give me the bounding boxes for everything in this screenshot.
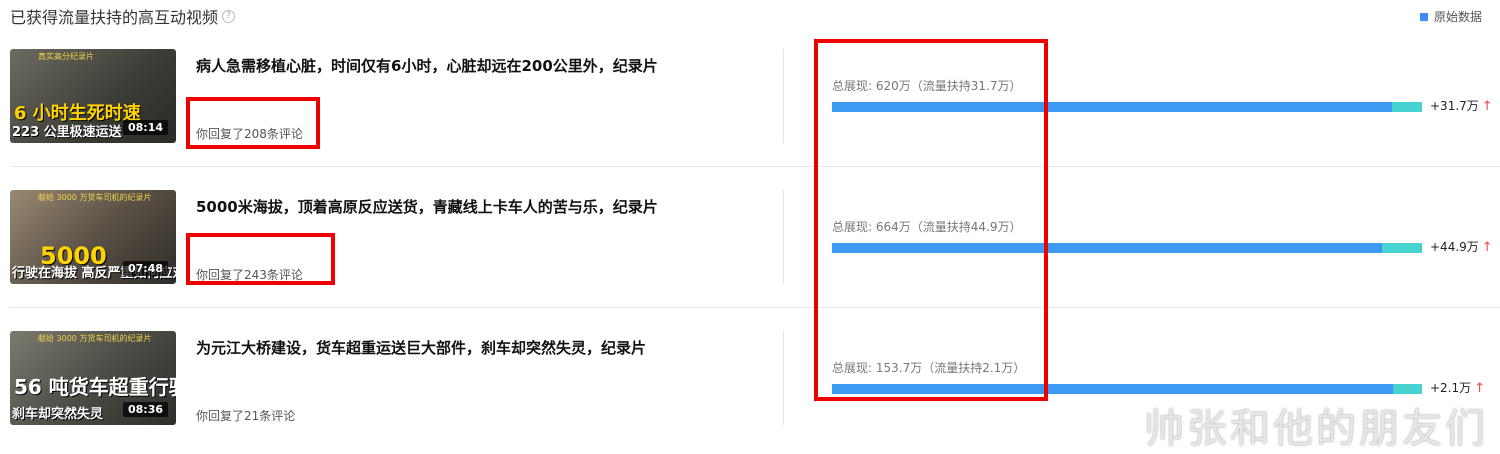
thumbnail-caption: 223 公里极速运送 xyxy=(12,125,122,140)
up-arrow-icon: ↑ xyxy=(1474,381,1486,396)
video-duration: 08:36 xyxy=(122,402,168,417)
thumbnail-caption: 刹车却突然失灵 xyxy=(12,407,104,422)
column-divider xyxy=(783,49,784,143)
reply-highlight-box xyxy=(186,97,320,149)
legend: 原始数据 xyxy=(1419,8,1482,25)
video-duration: 08:14 xyxy=(122,120,168,135)
exposure-highlight-box xyxy=(814,39,1048,401)
column-divider xyxy=(783,331,784,425)
video-title[interactable]: 病人急需移植心脏，时间仅有6小时，心脏却远在200公里外，纪录片 xyxy=(196,55,658,76)
up-arrow-icon: ↑ xyxy=(1481,240,1493,255)
video-duration: 07:48 xyxy=(122,261,168,276)
legend-label: 原始数据 xyxy=(1433,10,1482,24)
thumbnail-caption: 56 吨货车超重行驶 xyxy=(14,375,176,399)
video-title[interactable]: 5000米海拔，顶着高原反应送货，青藏线上卡车人的苦与乐，纪录片 xyxy=(196,196,658,217)
column-divider xyxy=(783,190,784,284)
thumbnail-topline: 真实高分纪录片 xyxy=(38,52,94,61)
help-icon[interactable]: ? xyxy=(222,9,236,23)
boost-delta-value: +2.1万 xyxy=(1430,381,1472,395)
section-header: 已获得流量扶持的高互动视频 ? xyxy=(10,4,236,28)
thumbnail-topline: 献给 3000 万货车司机的纪录片 xyxy=(38,193,152,202)
boost-delta: +44.9万 ↑ xyxy=(1430,238,1493,255)
section-title: 已获得流量扶持的高互动视频 xyxy=(10,8,219,27)
thumbnail-topline: 献给 3000 万货车司机的纪录片 xyxy=(38,334,152,343)
video-thumbnail[interactable]: 真实高分纪录片 6 小时生死时速 223 公里极速运送 08:14 xyxy=(10,49,176,143)
video-title[interactable]: 为元江大桥建设，货车超重运送巨大部件，刹车却突然失灵，纪录片 xyxy=(196,337,646,358)
row-divider xyxy=(10,166,1500,167)
legend-swatch xyxy=(1419,12,1428,21)
boost-delta: +31.7万 ↑ xyxy=(1430,97,1493,114)
boost-delta: +2.1万 ↑ xyxy=(1430,379,1485,396)
boost-delta-value: +31.7万 xyxy=(1430,99,1479,113)
video-thumbnail[interactable]: 献给 3000 万货车司机的纪录片 56 吨货车超重行驶 刹车却突然失灵 08:… xyxy=(10,331,176,425)
video-thumbnail[interactable]: 献给 3000 万货车司机的纪录片 5000 行驶在海拔 高反严重如何应对 07… xyxy=(10,190,176,284)
reply-highlight-box xyxy=(186,233,335,285)
reply-count: 你回复了21条评论 xyxy=(196,409,296,423)
up-arrow-icon: ↑ xyxy=(1481,99,1493,114)
boost-delta-value: +44.9万 xyxy=(1430,240,1479,254)
watermark: 帅张和他的朋友们 xyxy=(1144,406,1488,452)
row-divider xyxy=(10,307,1500,308)
